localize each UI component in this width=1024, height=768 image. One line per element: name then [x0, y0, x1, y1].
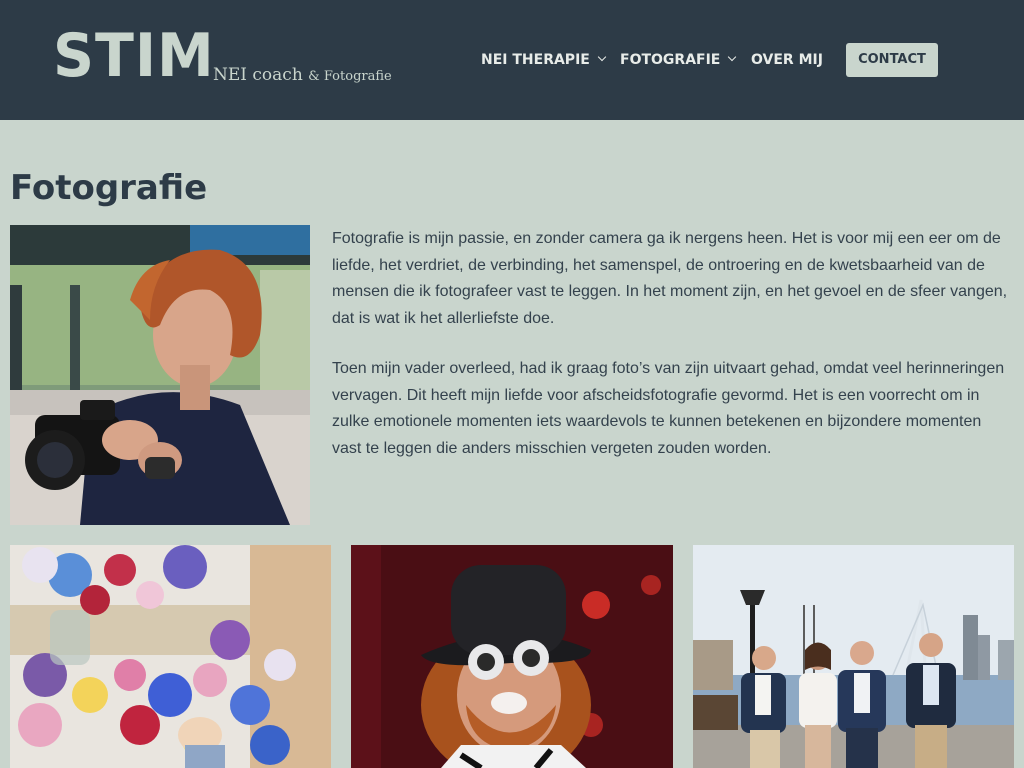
gallery-image-flowers[interactable] — [10, 545, 331, 768]
nav-item-label: NEI THERAPIE — [481, 52, 590, 68]
contact-button[interactable]: CONTACT — [846, 43, 938, 77]
site-header: STIM NEI coach & Fotografie NEI THERAPIE… — [0, 0, 1024, 120]
intro-text: Fotografie is mijn passie, en zonder cam… — [332, 226, 1014, 462]
nav-item-label: OVER MIJ — [751, 52, 823, 68]
page-title: Fotografie — [10, 168, 208, 208]
nav-item-nei-therapie[interactable]: NEI THERAPIE — [481, 43, 607, 77]
photographer-portrait-image — [10, 225, 310, 525]
nav-item-fotografie[interactable]: FOTOGRAFIE — [620, 43, 737, 77]
intro-paragraph: Toen mijn vader overleed, had ik graag f… — [332, 360, 1005, 457]
chevron-down-icon — [728, 52, 737, 62]
gallery-image-performer[interactable] — [351, 545, 673, 768]
chevron-down-icon — [597, 52, 607, 62]
intro-paragraph: Fotografie is mijn passie, en zonder cam… — [332, 230, 1008, 327]
gallery-image-team[interactable] — [693, 545, 1014, 768]
nav-item-over-mij[interactable]: OVER MIJ — [751, 43, 823, 77]
nav-item-label: FOTOGRAFIE — [620, 52, 721, 68]
